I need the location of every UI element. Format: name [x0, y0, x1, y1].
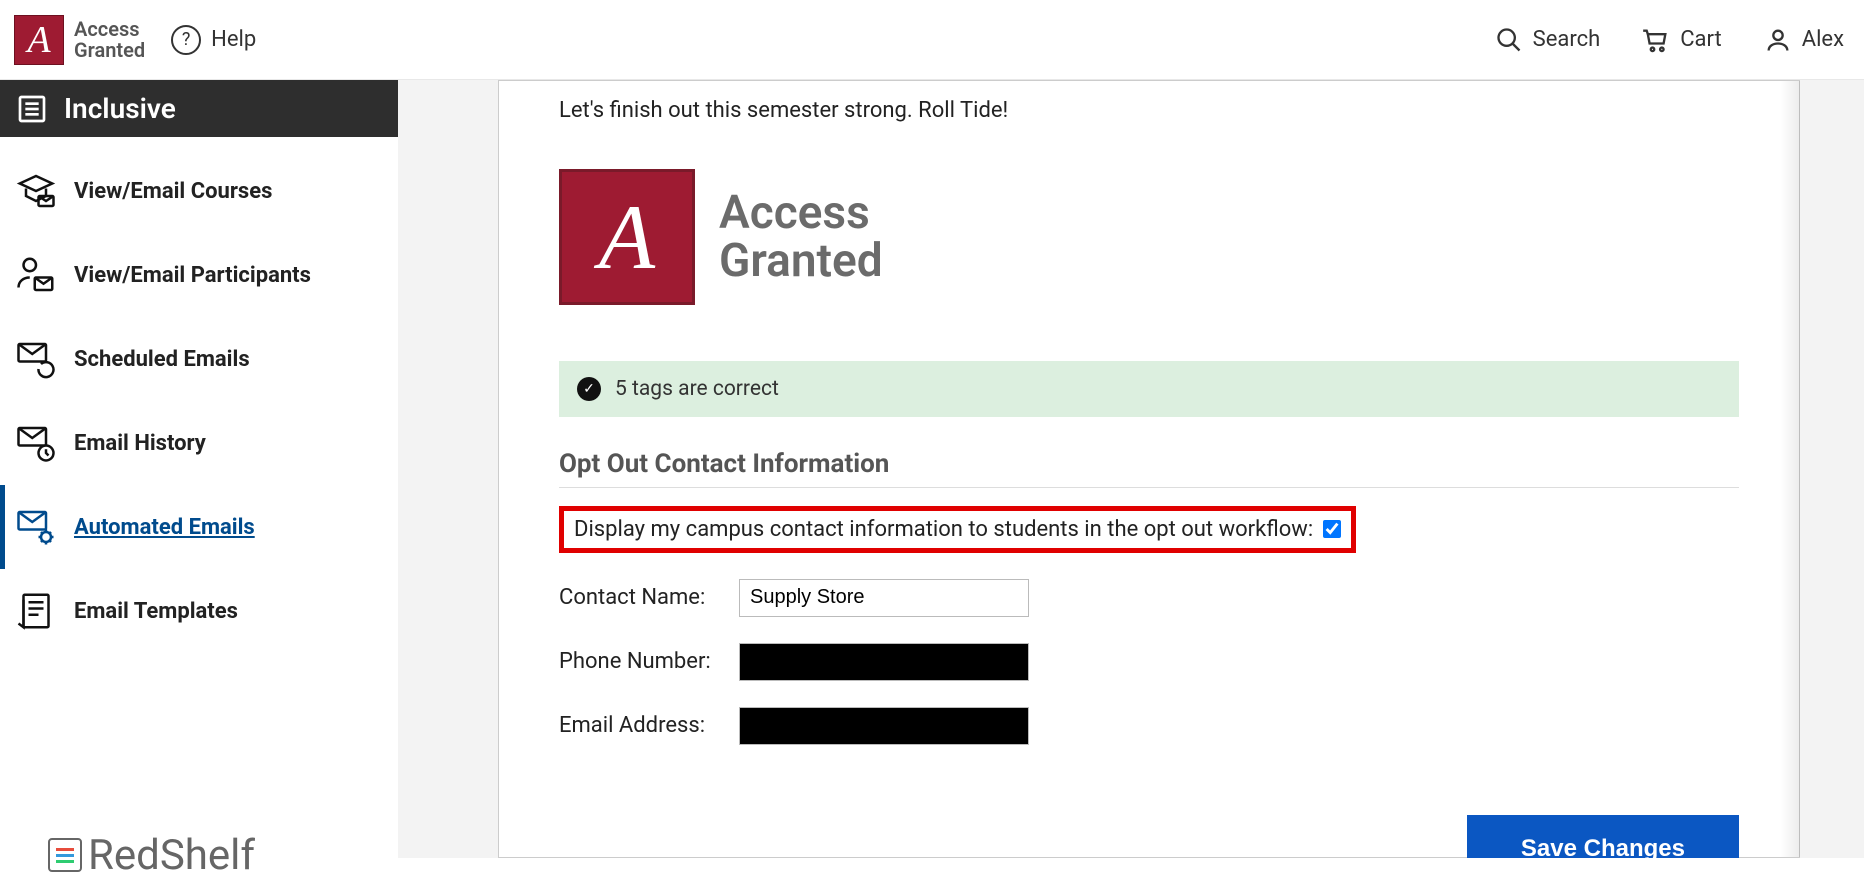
sidebar-item-label: Email Templates	[74, 599, 238, 624]
brand-large-top: Access	[719, 189, 883, 237]
main-area: Let's finish out this semester strong. R…	[398, 80, 1864, 858]
list-icon	[16, 93, 48, 125]
scrollbar[interactable]	[1780, 81, 1800, 857]
help-button[interactable]: ? Help	[171, 25, 256, 55]
app-header: A Access Granted ? Help Search Cart Alex	[0, 0, 1864, 80]
sidebar-item-view-email-courses[interactable]: View/Email Courses	[0, 149, 398, 233]
contact-name-label: Contact Name:	[559, 585, 727, 610]
redshelf-label: RedShelf	[88, 831, 255, 880]
user-label: Alex	[1802, 27, 1844, 52]
sidebar-item-label: Email History	[74, 431, 206, 456]
email-address-row: Email Address:	[559, 707, 1739, 745]
sidebar-item-scheduled-emails[interactable]: Scheduled Emails	[0, 317, 398, 401]
save-row: Save Changes	[559, 815, 1739, 858]
brand-text-large: Access Granted	[719, 189, 883, 286]
app-body: Inclusive View/Email Courses View/Email …	[0, 80, 1864, 858]
phone-number-row: Phone Number:	[559, 643, 1739, 681]
sidebar-item-label: View/Email Participants	[74, 263, 311, 288]
help-icon: ?	[171, 25, 201, 55]
brand-mark-large-icon: A	[559, 169, 695, 305]
header-left: A Access Granted ? Help	[14, 15, 256, 65]
mail-clock-icon	[16, 423, 56, 463]
brand-large-bottom: Granted	[719, 237, 883, 285]
help-label: Help	[211, 27, 256, 52]
cart-icon	[1642, 26, 1670, 54]
phone-number-label: Phone Number:	[559, 649, 727, 674]
sidebar-section-title: Inclusive	[64, 92, 176, 125]
contact-name-row: Contact Name:	[559, 579, 1739, 617]
content-card: Let's finish out this semester strong. R…	[498, 80, 1800, 858]
cart-label: Cart	[1680, 27, 1721, 52]
sidebar-item-email-templates[interactable]: Email Templates	[0, 569, 398, 653]
brand-text: Access Granted	[74, 19, 145, 61]
mail-refresh-icon	[16, 339, 56, 379]
check-circle-icon: ✓	[577, 377, 601, 401]
user-button[interactable]: Alex	[1764, 26, 1844, 54]
search-icon	[1495, 26, 1523, 54]
header-right: Search Cart Alex	[1495, 26, 1844, 54]
contact-name-input[interactable]	[739, 579, 1029, 617]
opt-out-section-title: Opt Out Contact Information	[559, 449, 1739, 488]
display-contact-row: Display my campus contact information to…	[559, 506, 1356, 553]
brand-text-top: Access	[74, 19, 145, 40]
access-granted-logo: A Access Granted	[559, 169, 1739, 305]
user-icon	[1764, 26, 1792, 54]
sidebar-item-label: View/Email Courses	[74, 179, 272, 204]
sidebar-section-header[interactable]: Inclusive	[0, 80, 398, 137]
display-contact-label: Display my campus contact information to…	[574, 517, 1313, 542]
template-icon	[16, 591, 56, 631]
search-button[interactable]: Search	[1495, 26, 1601, 54]
redshelf-icon	[48, 838, 82, 872]
sidebar-item-view-email-participants[interactable]: View/Email Participants	[0, 233, 398, 317]
brand-logo[interactable]: A Access Granted	[14, 15, 145, 65]
display-contact-checkbox[interactable]	[1323, 520, 1341, 538]
brand-text-bottom: Granted	[74, 40, 145, 61]
cart-button[interactable]: Cart	[1642, 26, 1721, 54]
tag-status-banner: ✓ 5 tags are correct	[559, 361, 1739, 417]
sidebar-item-label: Scheduled Emails	[74, 347, 250, 372]
sidebar-item-email-history[interactable]: Email History	[0, 401, 398, 485]
mail-gear-icon	[16, 507, 56, 547]
intro-text: Let's finish out this semester strong. R…	[559, 95, 1739, 127]
user-mail-icon	[16, 255, 56, 295]
sidebar-item-label: Automated Emails	[74, 515, 255, 540]
sidebar-nav: View/Email Courses View/Email Participan…	[0, 137, 398, 665]
search-label: Search	[1533, 27, 1601, 52]
sidebar: Inclusive View/Email Courses View/Email …	[0, 80, 398, 858]
redshelf-logo[interactable]: RedShelf	[48, 824, 255, 886]
tag-status-text: 5 tags are correct	[615, 377, 779, 401]
save-changes-button[interactable]: Save Changes	[1467, 815, 1739, 858]
email-address-input[interactable]	[739, 707, 1029, 745]
phone-number-input[interactable]	[739, 643, 1029, 681]
sidebar-item-automated-emails[interactable]: Automated Emails	[0, 485, 398, 569]
email-address-label: Email Address:	[559, 713, 727, 738]
grad-mail-icon	[16, 171, 56, 211]
brand-mark-icon: A	[14, 15, 64, 65]
